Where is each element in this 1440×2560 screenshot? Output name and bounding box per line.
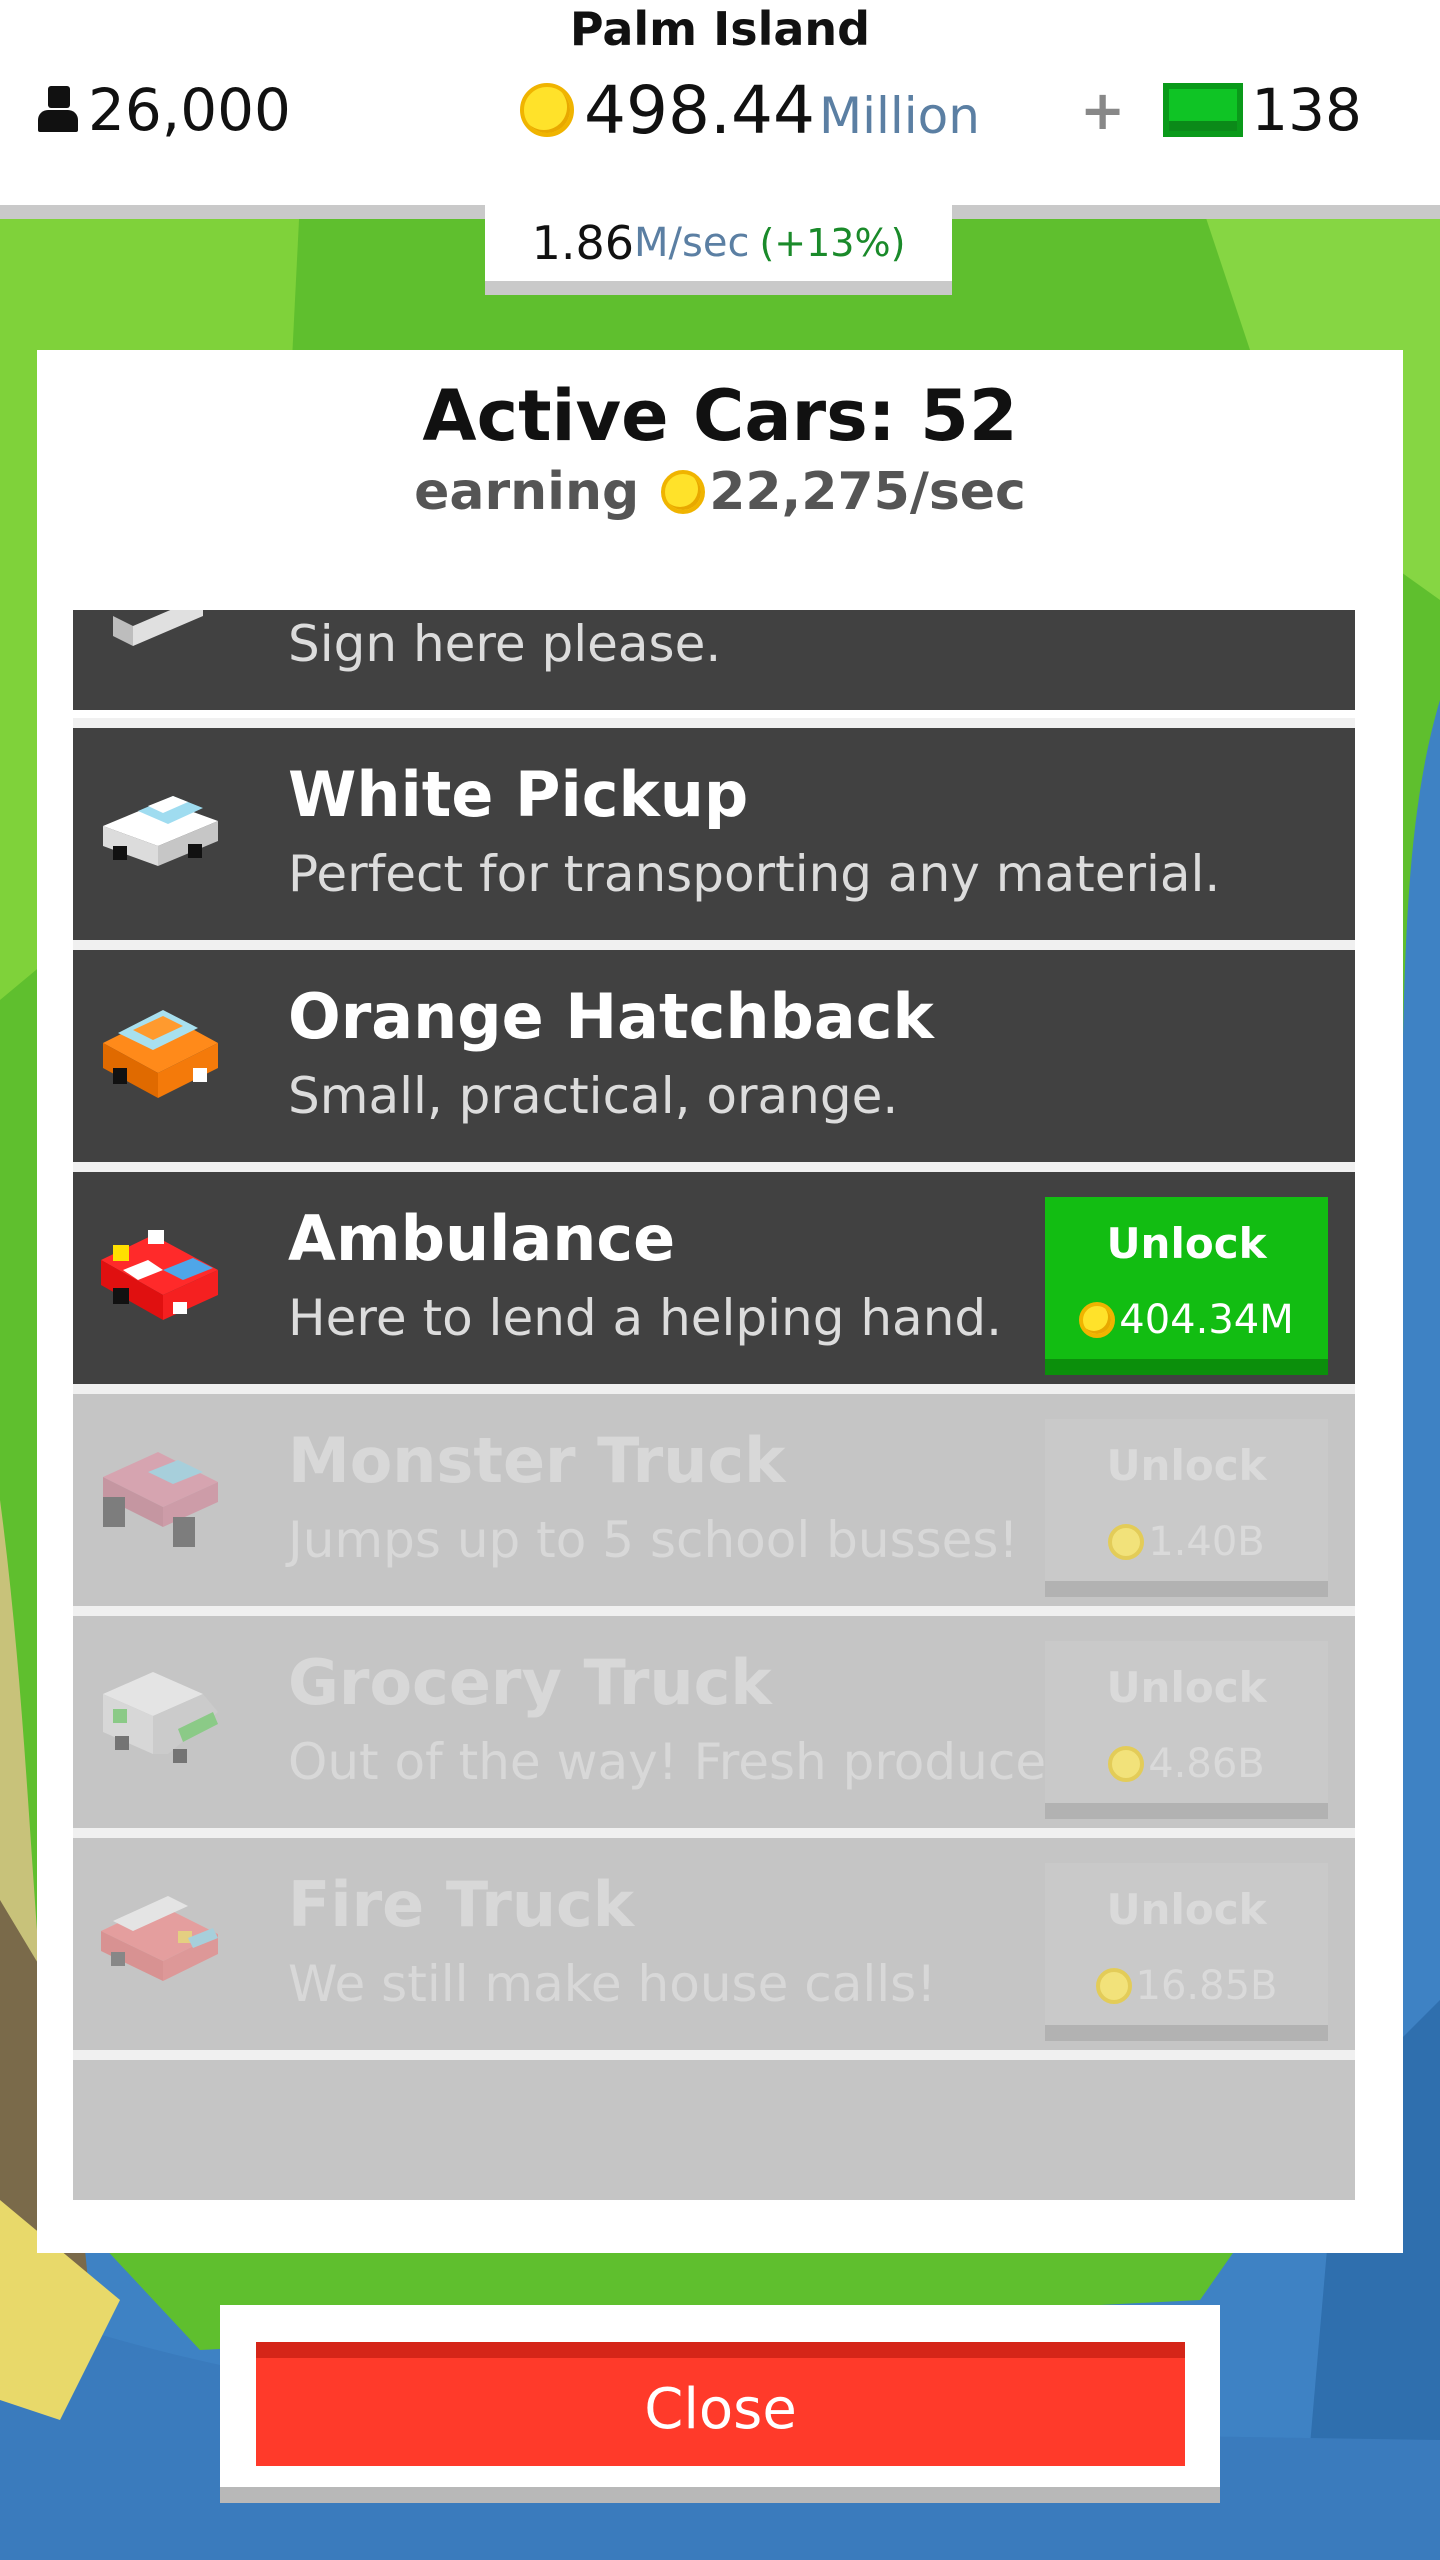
unlock-label: Unlock (1106, 1441, 1267, 1490)
gems-value: 138 (1251, 76, 1362, 144)
earning-value: 22,275/sec (709, 462, 1026, 522)
money-unit: Million (818, 87, 980, 145)
sedan-icon (113, 610, 203, 646)
money-counter: 498.44 Million (520, 70, 980, 150)
car-row: Grocery Truck Out of the way! Fresh prod… (73, 1606, 1355, 1828)
unlock-price: 1.40B (1045, 1519, 1328, 1565)
coin-icon (1079, 1302, 1116, 1338)
unlock-price: 404.34M (1045, 1297, 1328, 1343)
price-value: 4.86B (1148, 1741, 1265, 1787)
car-description: We still make house calls! (288, 1955, 937, 2013)
unlock-label: Unlock (1106, 1885, 1267, 1934)
money-value: 498.44 (584, 71, 815, 149)
car-name: Fire Truck (288, 1868, 634, 1941)
car-row: Fire Truck We still make house calls! Un… (73, 1828, 1355, 2050)
income-percent: (+13%) (759, 221, 906, 265)
unlock-price: 4.86B (1045, 1741, 1328, 1787)
car-name: Grocery Truck (288, 1646, 772, 1719)
earning-label: earning (414, 462, 640, 522)
population-counter: 26,000 (36, 70, 291, 150)
add-gems-button[interactable]: + (1080, 79, 1125, 142)
car-name: White Pickup (288, 758, 749, 831)
close-button-frame: Close (220, 2305, 1220, 2503)
coin-icon (1108, 1524, 1145, 1560)
unlock-fire-truck-button: Unlock 16.85B (1045, 1863, 1328, 2041)
car-description: Here to lend a helping hand. (288, 1289, 1003, 1347)
unlock-monster-truck-button: Unlock 1.40B (1045, 1419, 1328, 1597)
car-description: Jumps up to 5 school busses! (288, 1511, 1019, 1569)
car-row[interactable]: Ambulance Here to lend a helping hand. U… (73, 1162, 1355, 1384)
coin-icon (1095, 1968, 1132, 2004)
coin-icon (661, 470, 706, 514)
car-description: Small, practical, orange. (288, 1067, 899, 1125)
grocery-truck-icon (103, 1672, 218, 1763)
car-row[interactable]: White Pickup Perfect for transporting an… (73, 718, 1355, 940)
income-rate-tab: 1.86 M/sec (+13%) (485, 205, 952, 295)
car-list[interactable]: Sign here please. White Pickup Perfect f… (73, 610, 1355, 2200)
close-button[interactable]: Close (256, 2342, 1185, 2466)
orange-hatchback-icon (103, 1010, 218, 1098)
car-name: Monster Truck (288, 1424, 786, 1497)
price-value: 404.34M (1119, 1297, 1294, 1343)
earning-line: earning 22,275/sec (37, 462, 1403, 522)
ambulance-icon (101, 1230, 218, 1320)
person-icon (36, 84, 80, 136)
coin-icon (1108, 1746, 1145, 1782)
car-name: Ambulance (288, 1202, 676, 1275)
income-value: 1.86 (531, 216, 635, 270)
car-row: Monster Truck Jumps up to 5 school busse… (73, 1384, 1355, 1606)
fire-truck-icon (101, 1896, 218, 1981)
cash-icon (1163, 83, 1244, 137)
top-status-bar: Palm Island 26,000 498.44 Million + 138 (0, 0, 1440, 205)
unlock-grocery-truck-button: Unlock 4.86B (1045, 1641, 1328, 1819)
car-row[interactable]: Sign here please. (73, 610, 1355, 710)
active-cars-panel: Active Cars: 52 earning 22,275/sec Sign … (37, 350, 1403, 2253)
unlock-price: 16.85B (1045, 1963, 1328, 2009)
population-value: 26,000 (88, 76, 291, 144)
price-value: 1.40B (1148, 1519, 1265, 1565)
gems-counter[interactable]: + 138 (1080, 70, 1362, 150)
price-value: 16.85B (1135, 1963, 1278, 2009)
unlock-ambulance-button[interactable]: Unlock 404.34M (1045, 1197, 1328, 1375)
car-description: Perfect for transporting any material. (288, 845, 1221, 903)
unlock-label: Unlock (1106, 1663, 1267, 1712)
car-row[interactable]: Orange Hatchback Small, practical, orang… (73, 940, 1355, 1162)
unlock-label: Unlock (1106, 1219, 1267, 1268)
car-description: Sign here please. (288, 615, 722, 673)
island-name: Palm Island (569, 2, 871, 56)
panel-title: Active Cars: 52 (422, 375, 1018, 457)
car-name: Orange Hatchback (288, 980, 934, 1053)
coin-icon (520, 83, 574, 137)
car-row (73, 2050, 1355, 2200)
income-unit: M/sec (634, 220, 750, 266)
white-pickup-icon (103, 796, 218, 866)
monster-truck-icon (103, 1452, 218, 1547)
